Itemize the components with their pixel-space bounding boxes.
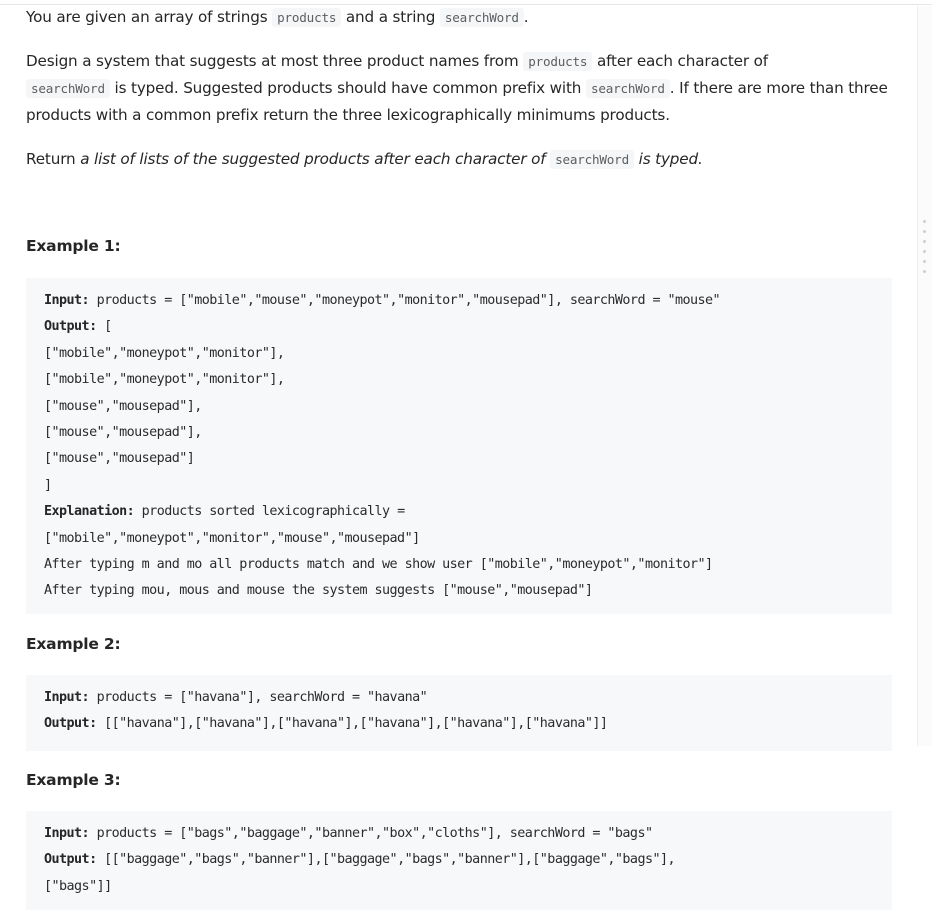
code-line: Input: products = ["havana"], searchWord… [44,685,892,711]
code-line: Input: products = ["mobile","mouse","mon… [44,288,892,314]
code-text: products = ["bags","baggage","banner","b… [89,826,653,841]
grip-dot [922,230,926,233]
example-2-code-block: Input: products = ["havana"], searchWord… [26,675,892,751]
code-line: After typing m and mo all products match… [44,552,892,578]
italic-text: is typed. [633,150,703,168]
grip-dot [922,260,926,263]
text: Design a system that suggests at most th… [26,52,524,70]
code-line: ["mouse","mousepad"], [44,394,892,420]
code-text: ["mouse","mousepad"], [44,424,202,440]
code-text: After typing mou, mous and mouse the sys… [44,583,593,599]
code-text: products = ["havana"], searchWord = "hav… [89,690,428,705]
code-label: Input: [44,293,90,308]
inline-code-products: products [272,8,342,27]
text: Return [26,150,81,168]
example-3-title: Example 3: [26,771,121,789]
italic-text: a list of lists of the suggested product… [80,150,551,168]
code-label: Explanation: [44,504,135,520]
code-line: After typing mou, mous and mouse the sys… [44,578,892,604]
code-text: ["mouse","mousepad"] [44,451,195,467]
grip-dot [922,270,926,273]
code-text: ["mobile","moneypot","monitor"], [44,372,285,388]
code-line: ["mobile","moneypot","monitor","mouse","… [44,526,892,552]
code-line: ["bags"]] [44,874,892,900]
code-line: Input: products = ["bags","baggage","ban… [44,821,892,847]
code-text: [ [96,319,112,335]
grip-dot [922,240,926,243]
code-line: Output: [["baggage","bags","banner"],["b… [44,847,892,873]
code-text: products sorted lexicographically = [134,504,405,520]
example-1-code-block: Input: products = ["mobile","mouse","mon… [26,278,892,614]
example-3-code-block: Input: products = ["bags","baggage","ban… [26,811,892,910]
code-line: Explanation: products sorted lexicograph… [44,499,892,525]
code-line: ["mouse","mousepad"] [44,446,892,472]
code-line: ] [44,473,892,499]
code-text: ] [44,477,52,493]
intro-paragraph: You are given an array of strings produc… [26,4,529,31]
inline-code-searchword: searchWord [585,79,670,98]
code-text: [["baggage","bags","banner"],["baggage",… [96,852,676,868]
code-text: products = ["mobile","mouse","moneypot",… [89,293,721,308]
text: You are given an array of strings [26,8,273,26]
code-text: ["bags"]] [44,878,112,894]
code-text: ["mouse","mousepad"], [44,398,202,414]
inline-code-searchword: searchWord [439,8,524,27]
inline-code-searchword: searchWord [26,79,110,98]
code-label: Output: [44,852,97,868]
code-line: Output: [ [44,314,892,340]
return-paragraph: Return a list of lists of the suggested … [26,146,703,173]
inline-code-products: products [523,52,593,71]
code-line: ["mouse","mousepad"], [44,420,892,446]
code-label: Output: [44,716,97,732]
grip-dot [922,250,926,253]
example-2-title: Example 2: [26,635,121,653]
code-label: Output: [44,319,97,335]
text: . [523,8,529,26]
design-paragraph: Design a system that suggests at most th… [26,48,892,129]
example-1-title: Example 1: [26,237,121,255]
grip-dot [922,220,926,223]
inline-code-searchword: searchWord [550,150,634,169]
text: and a string [341,8,440,26]
code-line: ["mobile","moneypot","monitor"], [44,367,892,393]
text: is typed. Suggested products should have… [109,79,586,97]
code-line: Output: [["havana"],["havana"],["havana"… [44,711,892,737]
code-text: [["havana"],["havana"],["havana"],["hava… [96,716,608,732]
scrollbar-track[interactable] [917,6,932,746]
text: after each character of [592,52,768,70]
code-text: ["mobile","moneypot","monitor"], [44,345,285,361]
code-label: Input: [44,826,90,841]
code-label: Input: [44,690,90,705]
code-text: ["mobile","moneypot","monitor","mouse","… [44,530,420,546]
code-text: After typing m and mo all products match… [44,556,713,572]
code-line: ["mobile","moneypot","monitor"], [44,341,892,367]
drag-handle-icon[interactable] [921,220,927,276]
